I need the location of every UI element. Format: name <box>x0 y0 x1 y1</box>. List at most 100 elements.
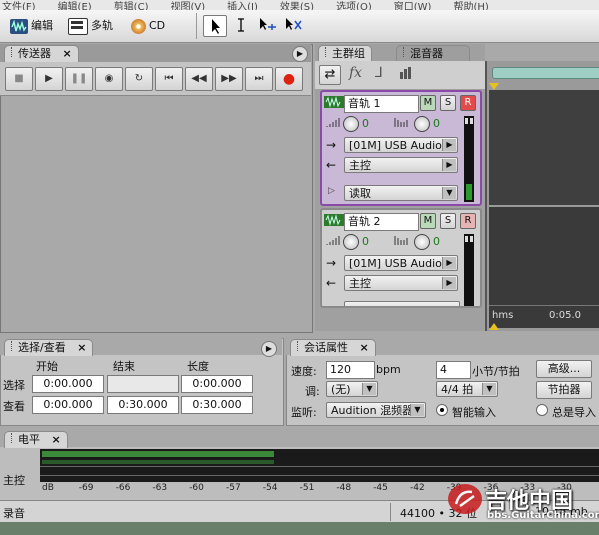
meter-separator <box>40 475 599 476</box>
track-input-select[interactable]: [01M] USB Audio ▶ <box>344 255 458 271</box>
time-selection-tool-button[interactable] <box>232 15 250 35</box>
volume-value[interactable]: 0 <box>362 117 369 130</box>
level-scale-label: -57 <box>226 483 241 493</box>
always-input-radio[interactable] <box>536 404 548 416</box>
timeline-scrollbar[interactable] <box>492 67 599 79</box>
record-arm-button[interactable]: R <box>460 213 476 229</box>
close-tab-icon[interactable]: × <box>63 47 72 60</box>
peak-indicator <box>470 236 473 242</box>
smart-input-radio[interactable] <box>436 404 448 416</box>
automation-mode-select[interactable] <box>344 301 460 306</box>
pan-knob[interactable] <box>414 116 430 132</box>
tab-transport[interactable]: 传送器 × <box>4 45 79 62</box>
eq-icon[interactable] <box>399 67 413 82</box>
desktop-strip <box>0 522 599 535</box>
view-start-field[interactable]: 0:00.000 <box>32 396 104 414</box>
ibeam-icon <box>238 18 244 32</box>
monitor-select[interactable]: Audition 混频器 ▼ <box>326 402 426 418</box>
track-2-lane[interactable] <box>489 207 599 305</box>
track-output-select[interactable]: 主控 ▶ <box>344 157 458 173</box>
tab-levels[interactable]: 电平 × <box>4 431 68 448</box>
go-to-end-button[interactable]: ⏭ <box>245 67 273 91</box>
hybrid-tool-button[interactable] <box>257 15 277 35</box>
tab-selection-view[interactable]: 选择/查看 × <box>4 339 94 356</box>
play-button[interactable]: ▶ <box>35 67 63 91</box>
stop-icon: ■ <box>14 73 24 84</box>
fast-forward-button[interactable]: ▶▶ <box>215 67 243 91</box>
pan-value[interactable]: 0 <box>433 117 440 130</box>
effects-icon[interactable]: fx <box>349 65 362 81</box>
chevron-right-icon: ▶ <box>442 257 456 269</box>
selection-end-field[interactable] <box>107 375 179 393</box>
selection-start-field[interactable]: 0:00.000 <box>32 375 104 393</box>
volume-knob[interactable] <box>343 116 359 132</box>
record-arm-button[interactable]: R <box>460 95 476 111</box>
chevron-right-icon: ▶ <box>442 159 456 171</box>
track-controls-toolbar: ⇄ fx ⅃ <box>315 61 485 89</box>
automation-mode-select[interactable]: 读取 ▼ <box>344 185 458 201</box>
inputs-outputs-icon[interactable]: ⇄ <box>319 65 341 85</box>
track-2[interactable]: 音轨 2 M S R 0 0 → [01M] USB Audio ▶ ← 主控 ▶ <box>320 208 482 308</box>
timeline-area: hms 0:05.0 <box>485 61 599 331</box>
edit-view-button[interactable]: 编辑 <box>10 17 53 35</box>
metronome-button[interactable]: 节拍器 <box>536 381 592 399</box>
track-output-select[interactable]: 主控 ▶ <box>344 275 458 291</box>
time-signature-select[interactable]: 4/4 拍 ▼ <box>436 381 498 397</box>
solo-button[interactable]: S <box>440 95 456 111</box>
track-name-field[interactable]: 音轨 2 <box>344 213 419 231</box>
close-tab-icon[interactable]: × <box>360 341 369 354</box>
solo-button[interactable]: S <box>440 213 456 229</box>
output-arrow-icon: ← <box>326 276 337 290</box>
pan-value[interactable]: 0 <box>433 235 440 248</box>
track-1[interactable]: 音轨 1 M S R 0 0 → [01M] USB Audio ▶ ← 主控 ▶ … <box>320 90 482 206</box>
track-input-select[interactable]: [01M] USB Audio ▶ <box>344 137 458 153</box>
volume-value[interactable]: 0 <box>362 235 369 248</box>
close-tab-icon[interactable]: × <box>77 341 86 354</box>
mute-button[interactable]: M <box>420 213 436 229</box>
panel-menu-icon[interactable]: ▶ <box>292 46 308 62</box>
master-level-meter <box>40 449 599 482</box>
level-scale-label: -69 <box>78 483 94 493</box>
selection-length-field[interactable]: 0:00.000 <box>181 375 253 393</box>
panel-menu-icon[interactable]: ▶ <box>261 341 277 357</box>
advanced-button[interactable]: 高级... <box>536 360 592 378</box>
key-select[interactable]: (无) ▼ <box>326 381 378 397</box>
expand-automation-icon[interactable]: ▷ <box>328 186 335 196</box>
pause-button[interactable]: ❚❚ <box>65 67 93 91</box>
scrub-tool-button[interactable] <box>283 15 303 35</box>
track-1-lane[interactable] <box>489 90 599 205</box>
playhead-marker-icon[interactable] <box>489 83 499 90</box>
volume-knob[interactable] <box>343 234 359 250</box>
sends-icon[interactable]: ⅃ <box>375 65 383 81</box>
playhead-marker-icon[interactable] <box>489 323 499 330</box>
left-channel-fill <box>42 451 274 457</box>
move-tool-button[interactable] <box>203 15 227 37</box>
tab-mixer[interactable]: 混音器 <box>396 45 470 62</box>
arrow-cursor-icon <box>212 19 220 34</box>
view-end-field[interactable]: 0:30.000 <box>107 396 179 414</box>
tab-session-properties[interactable]: 会话属性 × <box>290 339 376 356</box>
rewind-button[interactable]: ◀◀ <box>185 67 213 91</box>
play-from-cursor-button[interactable]: ◉ <box>95 67 123 91</box>
track-name-field[interactable]: 音轨 1 <box>344 95 419 113</box>
meter-fill <box>466 184 472 200</box>
multitrack-icon <box>68 17 88 35</box>
record-button[interactable]: ● <box>275 67 303 91</box>
ruler-unit-label: hms <box>492 310 514 321</box>
multitrack-view-button[interactable]: 多轨 <box>68 17 113 35</box>
tab-main-group[interactable]: 主群组 <box>318 45 372 62</box>
beats-per-bar-field[interactable]: 4 <box>436 361 471 379</box>
pan-knob[interactable] <box>414 234 430 250</box>
loop-button[interactable]: ↻ <box>125 67 153 91</box>
tempo-field[interactable]: 120 <box>326 361 375 379</box>
stop-button[interactable]: ■ <box>5 67 33 91</box>
time-ruler[interactable]: hms 0:05.0 <box>489 305 599 328</box>
cd-view-button[interactable]: CD <box>131 17 165 35</box>
go-to-start-button[interactable]: ⏮ <box>155 67 183 91</box>
view-length-field[interactable]: 0:30.000 <box>181 396 253 414</box>
selection-row-label: 选择 <box>3 379 25 392</box>
fast-forward-icon: ▶▶ <box>221 73 237 84</box>
meter-separator <box>40 466 599 467</box>
mute-button[interactable]: M <box>420 95 436 111</box>
close-tab-icon[interactable]: × <box>52 433 61 446</box>
